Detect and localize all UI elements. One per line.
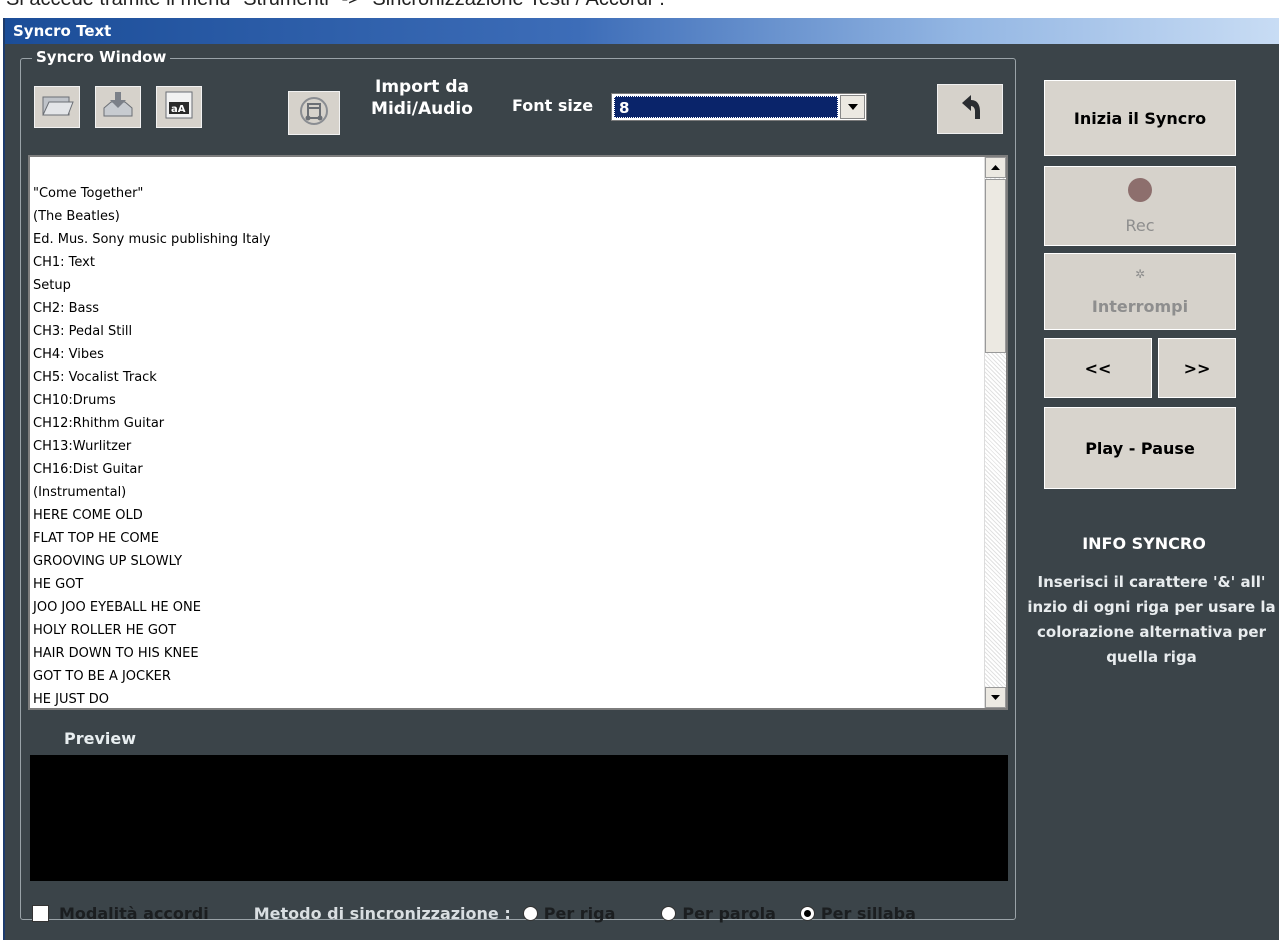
preview-label: Preview — [64, 729, 137, 748]
chord-mode-label: Modalità accordi — [59, 903, 209, 923]
save-file-button[interactable] — [95, 86, 141, 128]
text-line: CH1: Text — [33, 255, 95, 270]
import-label-line1: Import da — [375, 77, 469, 97]
open-file-button[interactable] — [34, 86, 80, 128]
record-dot-icon — [1128, 177, 1152, 202]
start-syncro-label: Inizia il Syncro — [1073, 108, 1207, 128]
text-line: "Come Together" — [33, 186, 144, 201]
save-disk-icon — [101, 90, 135, 124]
scroll-up-button[interactable] — [985, 157, 1006, 178]
text-line: CH5: Vocalist Track — [33, 370, 157, 385]
import-label-line2: Midi/Audio — [371, 99, 473, 119]
play-pause-button[interactable]: Play - Pause — [1044, 407, 1236, 489]
text-line: CH4: Vibes — [33, 347, 104, 362]
import-midi-audio-label: Import da Midi/Audio — [362, 76, 482, 120]
window-title: Syncro Text — [5, 18, 1279, 44]
stop-label: Interrompi — [1091, 297, 1189, 316]
font-size-label: Font size — [512, 96, 594, 115]
text-line: JOO JOO EYEBALL HE ONE — [33, 600, 201, 615]
sync-method-label: Metodo di sincronizzazione : — [253, 903, 511, 923]
text-line: HE JUST DO — [33, 692, 110, 707]
rec-button[interactable]: Rec — [1044, 166, 1236, 246]
scroll-thumb[interactable] — [985, 179, 1006, 353]
undo-button[interactable] — [937, 84, 1003, 134]
import-midi-audio-button[interactable] — [288, 91, 340, 135]
chevron-down-icon[interactable] — [840, 95, 865, 119]
radio-per-sillaba-label[interactable]: Per sillaba — [821, 904, 916, 923]
previous-label: << — [1084, 358, 1112, 378]
text-line: HE GOT — [33, 577, 84, 592]
text-line: CH12:Rhithm Guitar — [33, 416, 165, 431]
radio-per-sillaba[interactable] — [799, 905, 815, 921]
preview-panel — [30, 755, 1008, 881]
text-line: CH16:Dist Guitar — [33, 462, 143, 477]
font-aa-icon: aA — [163, 89, 195, 125]
text-line: GOT TO BE A JOCKER — [33, 669, 171, 684]
text-line: CH13:Wurlitzer — [33, 439, 132, 454]
info-syncro-title: INFO SYNCRO — [1082, 534, 1206, 553]
text-line: HERE COME OLD — [33, 508, 143, 523]
next-label: >> — [1183, 358, 1211, 378]
text-line: CH2: Bass — [33, 301, 100, 316]
text-line: CH3: Pedal Still — [33, 324, 133, 339]
radio-per-parola-label[interactable]: Per parola — [682, 904, 775, 923]
text-line: (The Beatles) — [33, 209, 120, 224]
info-syncro-text: Inserisci il carattere '&' all' inzio di… — [1027, 573, 1276, 666]
lyrics-text-area[interactable]: "Come Together" (The Beatles) Ed. Mus. Son… — [28, 155, 1008, 710]
text-line: (Instrumental) — [33, 485, 127, 500]
radio-per-parola[interactable] — [661, 905, 677, 921]
text-line: HAIR DOWN TO HIS KNEE — [33, 646, 199, 661]
arrow-up-icon — [991, 165, 1000, 170]
text-line: FLAT TOP HE COME — [33, 531, 159, 546]
open-folder-icon — [40, 91, 74, 123]
stop-button[interactable]: ✲ Interrompi — [1044, 253, 1236, 330]
radio-per-riga-label[interactable]: Per riga — [544, 904, 616, 923]
play-pause-label: Play - Pause — [1085, 438, 1195, 458]
vertical-scrollbar[interactable] — [984, 157, 1006, 708]
radio-per-riga[interactable] — [522, 905, 538, 921]
scroll-down-button[interactable] — [985, 687, 1006, 708]
text-line: GROOVING UP SLOWLY — [33, 554, 183, 569]
font-size-value: 8 — [614, 96, 838, 118]
page-caption: Si accede tramite il menu "Strumenti" ->… — [6, 0, 665, 18]
rec-label: Rec — [1125, 215, 1155, 235]
import-midi-audio-icon — [297, 95, 331, 131]
arrow-down-icon — [991, 695, 1000, 700]
text-line: HOLY ROLLER HE GOT — [33, 623, 177, 638]
font-size-select[interactable]: 8 — [611, 93, 867, 121]
svg-text:aA: aA — [171, 104, 186, 115]
font-button[interactable]: aA — [156, 86, 202, 128]
text-line: Ed. Mus. Sony music publishing Italy — [33, 232, 271, 247]
undo-icon — [958, 93, 982, 125]
previous-button[interactable]: << — [1044, 338, 1152, 398]
chord-mode-checkbox[interactable] — [32, 904, 49, 922]
bottom-options-row: Modalità accordi Metodo di sincronizzazi… — [32, 901, 916, 925]
text-line: Setup — [33, 278, 71, 293]
stop-star-icon: ✲ — [1134, 267, 1146, 281]
lyrics-text-lines: "Come Together" (The Beatles) Ed. Mus. Son… — [33, 182, 982, 711]
next-button[interactable]: >> — [1158, 338, 1236, 398]
start-syncro-button[interactable]: Inizia il Syncro — [1044, 80, 1236, 156]
text-line: CH10:Drums — [33, 393, 116, 408]
syncro-window-label: Syncro Window — [32, 48, 171, 66]
